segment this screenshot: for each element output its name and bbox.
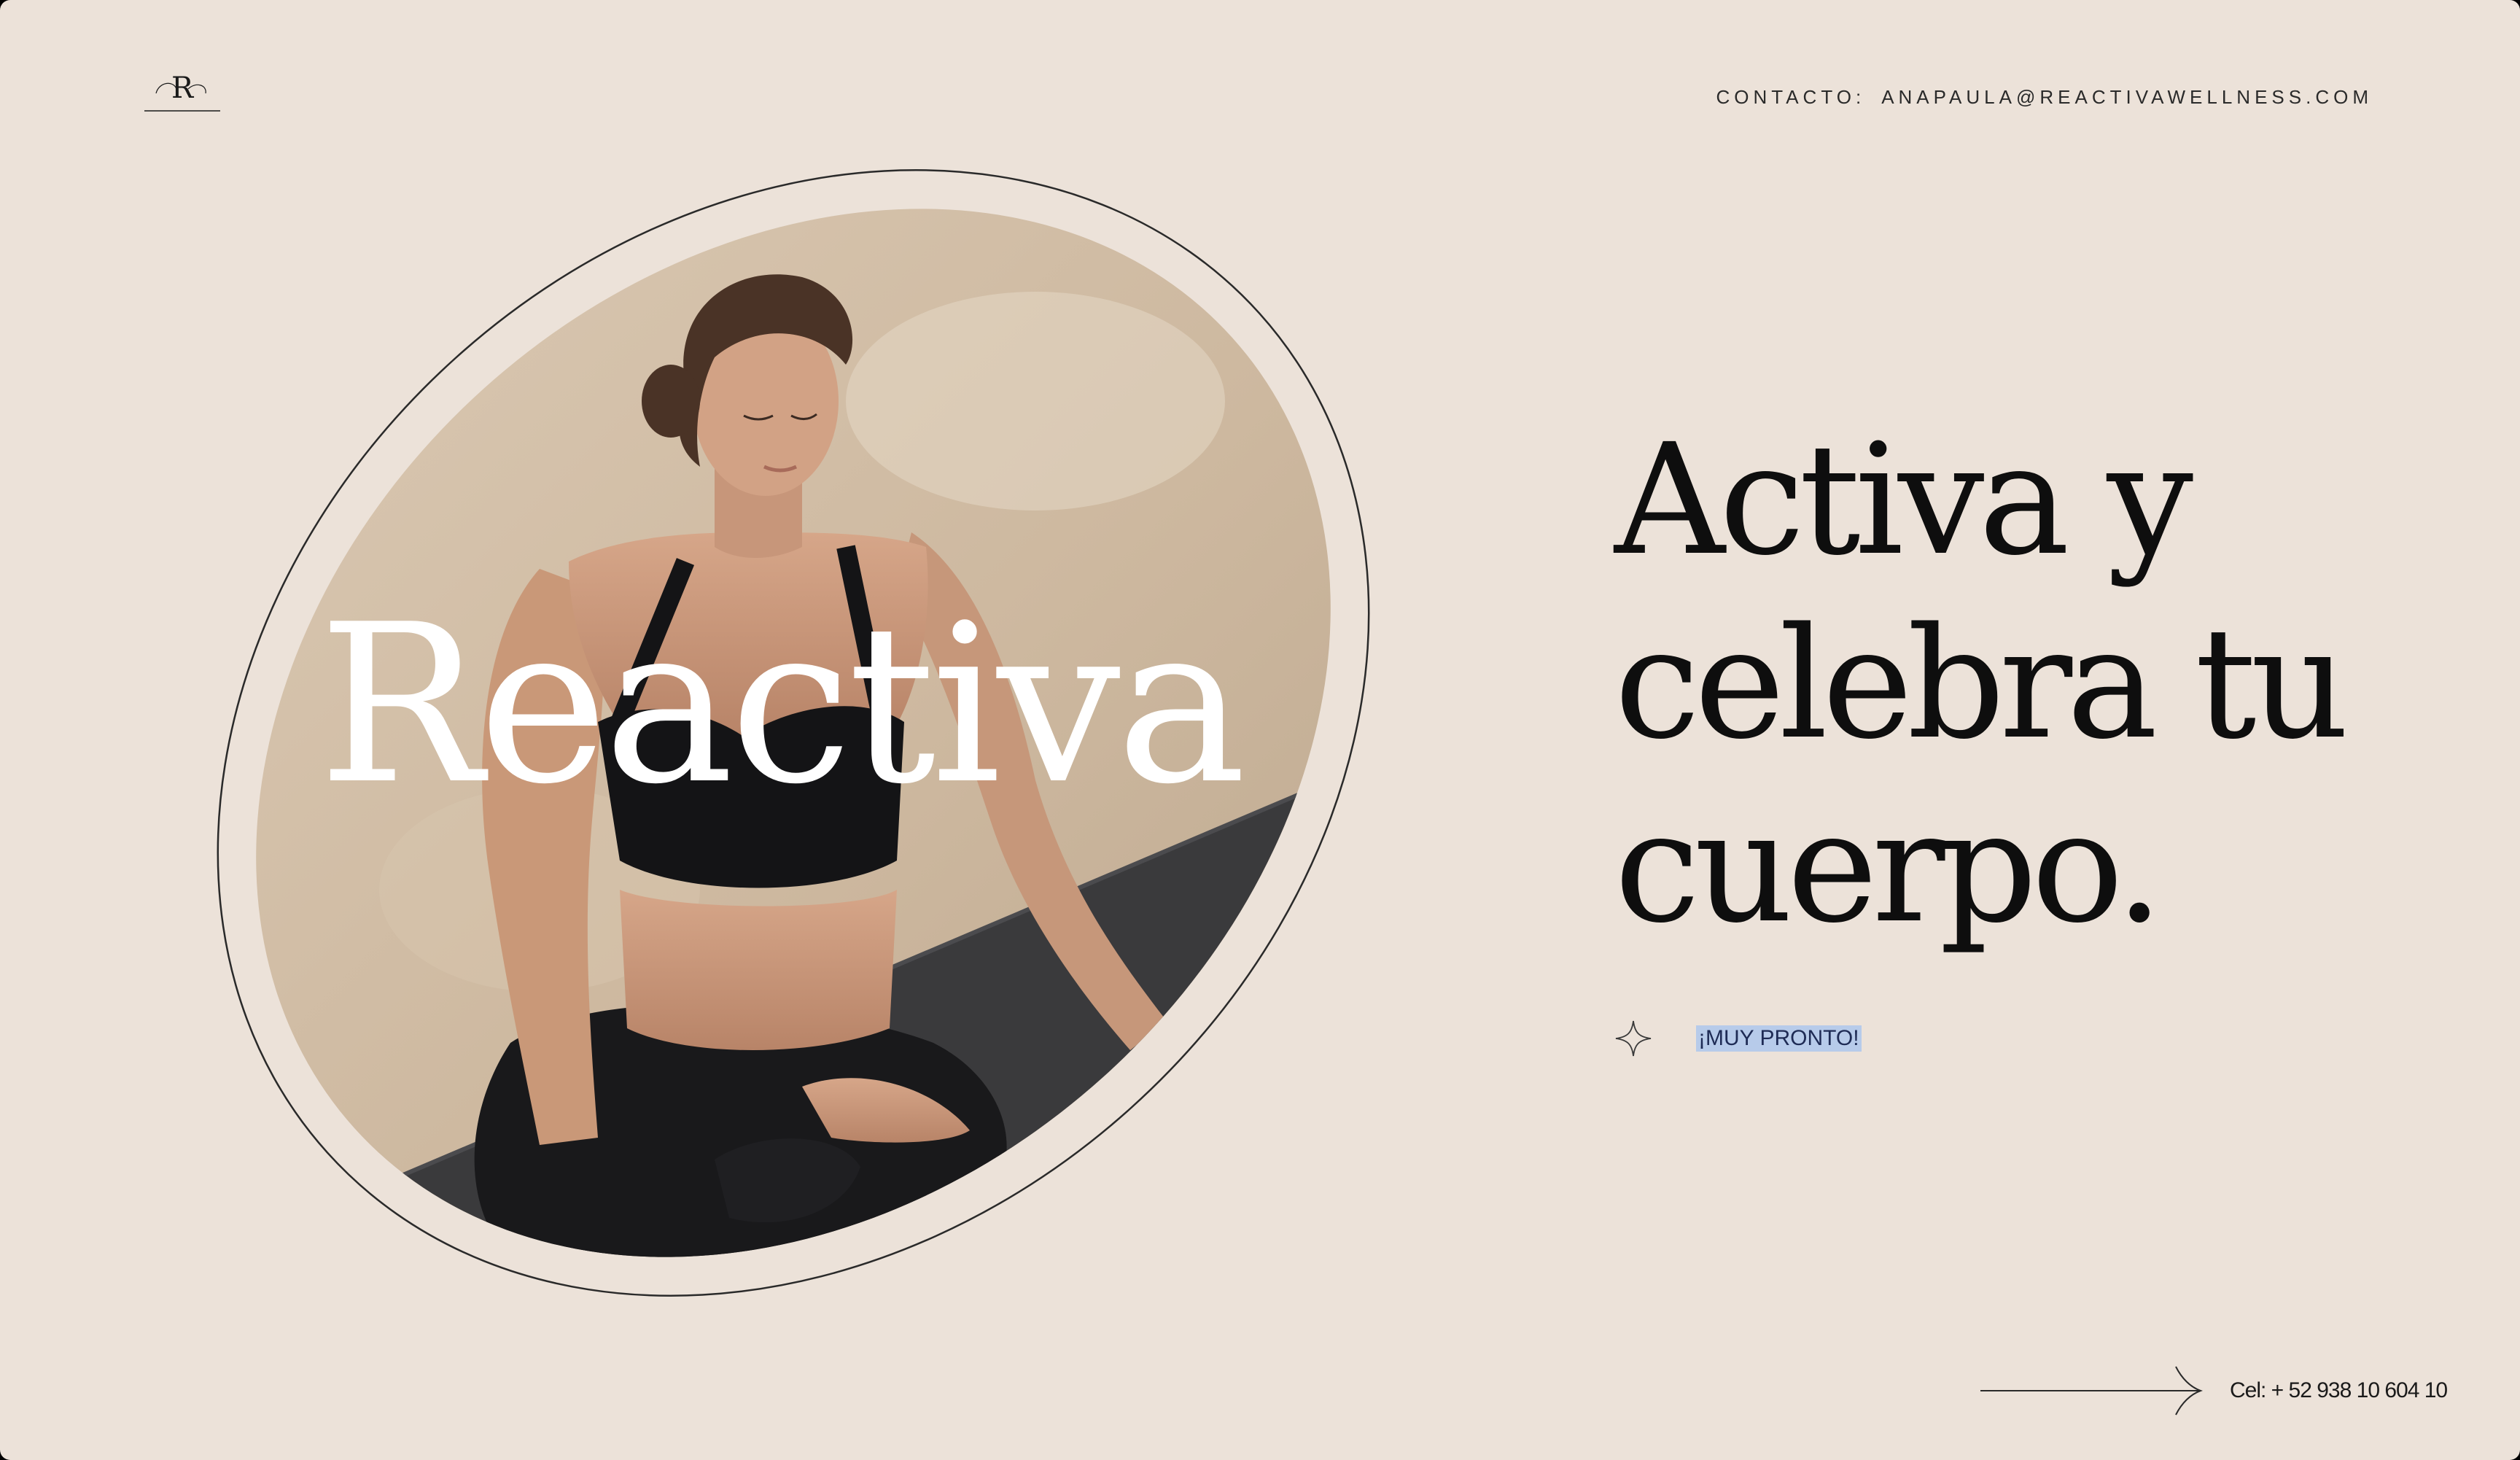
coming-soon-label: ¡MUY PRONTO!: [1696, 1025, 1862, 1052]
phone-number[interactable]: Cel: + 52 938 10 604 10: [2230, 1378, 2448, 1403]
contact-label: CONTACTO:: [1716, 86, 1866, 108]
hero-headline: Activa y celebra tu cuerpo.: [1614, 408, 2416, 960]
hero-visual: Reactiva: [160, 124, 1415, 1378]
headline-line: celebra tu: [1614, 594, 2349, 773]
headline-line: Activa y: [1614, 411, 2193, 589]
footer-contact: Cel: + 52 938 10 604 10: [1980, 1365, 2448, 1416]
contact-info: CONTACTO: ANAPAULA@REACTIVAWELLNESS.COM: [1716, 86, 2373, 109]
announcement: ¡MUY PRONTO!: [1614, 1020, 1862, 1057]
arrow-right-icon: [1980, 1366, 2203, 1416]
headline-line: cuerpo.: [1614, 778, 2163, 957]
brand-wordmark: Reactiva: [318, 578, 1242, 832]
contact-email-link[interactable]: ANAPAULA@REACTIVAWELLNESS.COM: [1881, 86, 2373, 108]
monogram-icon: R: [144, 71, 220, 112]
sparkle-icon: [1615, 1020, 1652, 1057]
hero-photo: Reactiva: [160, 124, 1415, 1378]
landing-page: R CONTACTO: ANAPAULA@REACTIVAWELLNESS.COM: [0, 0, 2520, 1460]
brand-logo[interactable]: R: [144, 67, 220, 114]
svg-text:R: R: [171, 71, 195, 105]
